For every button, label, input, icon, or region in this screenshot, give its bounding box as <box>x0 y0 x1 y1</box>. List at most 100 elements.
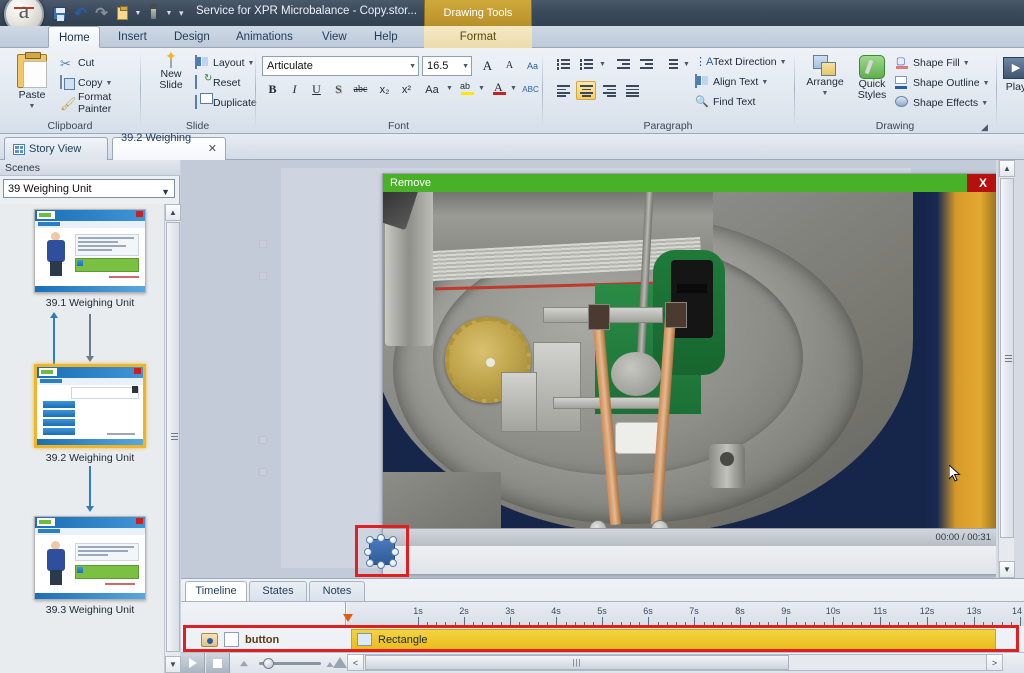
shrink-font-button[interactable]: A <box>499 55 520 76</box>
resize-handle-se[interactable] <box>389 559 397 567</box>
close-tab-icon[interactable]: ✕ <box>208 138 217 160</box>
increase-indent-button[interactable] <box>636 55 656 74</box>
timeline-stop-button[interactable] <box>206 653 230 673</box>
paste-icon[interactable] <box>113 4 132 23</box>
tab-scene-39-2[interactable]: 39.2 Weighing ... ✕ <box>112 132 226 166</box>
timeline-object-bar[interactable]: Rectangle <box>351 629 996 650</box>
undo-icon[interactable]: ↶ <box>71 4 90 23</box>
tab-story-view[interactable]: Story View <box>4 137 108 160</box>
format-painter-button[interactable]: 🖌 Format Painter <box>58 91 140 115</box>
align-center-button[interactable] <box>576 81 596 100</box>
zoom-in-icon[interactable] <box>333 657 347 668</box>
timeline-playhead[interactable] <box>343 614 353 622</box>
timeline-ruler[interactable]: 1s 2s 3s 4s 5s 6s 7s 8s 9s 10s 11s 12s 1… <box>343 602 1024 626</box>
resize-handle-e[interactable] <box>391 548 399 556</box>
duplicate-button[interactable]: Duplicate <box>193 94 259 112</box>
font-color-chevron-down-icon[interactable]: ▼ <box>510 85 517 92</box>
tab-design[interactable]: Design <box>164 26 214 48</box>
scenes-panel-scrollbar[interactable]: ▲ ▼ <box>164 204 181 673</box>
tab-view[interactable]: View <box>312 26 352 48</box>
resize-handle-sw[interactable] <box>366 559 374 567</box>
tab-home[interactable]: Home <box>48 26 100 48</box>
resize-handle-ne[interactable] <box>389 536 397 544</box>
justify-button[interactable] <box>622 81 642 100</box>
font-size-chevron-down-icon[interactable]: ▼ <box>462 63 469 70</box>
timeline-horizontal-scrollbar[interactable]: < ||| > <box>347 654 1003 671</box>
video-object[interactable]: Remove X 00:00 / 00:31 <box>382 173 1000 575</box>
shape-fill-button[interactable]: ▢ Shape Fill ▼ <box>893 54 972 72</box>
subscript-button[interactable]: x₂ <box>374 79 395 100</box>
highlight-chevron-down-icon[interactable]: ▼ <box>478 85 485 92</box>
drawing-dialog-launcher-icon[interactable]: ◢ <box>981 122 991 132</box>
shape-effects-chevron-down-icon[interactable]: ▼ <box>981 100 988 107</box>
zoom-slider-knob[interactable] <box>263 658 274 669</box>
zoom-out-icon[interactable] <box>240 660 248 667</box>
text-direction-chevron-down-icon[interactable]: ▼ <box>780 59 787 66</box>
slide-thumbnail-39-2[interactable] <box>34 364 146 448</box>
scroll-up-arrow-icon[interactable]: ▲ <box>165 204 181 221</box>
cut-button[interactable]: ✂ Cut <box>58 54 96 72</box>
text-shadow-button[interactable]: S <box>328 79 349 100</box>
strikethrough-button[interactable]: abc <box>350 79 371 100</box>
decrease-indent-button[interactable] <box>613 55 633 74</box>
paste-button[interactable]: Paste ▼ <box>8 52 56 112</box>
customize-qat-chevron-icon[interactable]: ▾ <box>179 8 184 19</box>
scene-flow-canvas[interactable]: 39.1 Weighing Unit 39.2 Weighing Unit 39… <box>0 204 164 673</box>
align-text-chevron-down-icon[interactable]: ▼ <box>761 79 768 86</box>
tab-timeline[interactable]: Timeline <box>185 581 247 601</box>
scene-select-dropdown[interactable]: 39 Weighing Unit ▼ <box>3 179 175 198</box>
tab-help[interactable]: Help <box>364 26 404 48</box>
tab-notes[interactable]: Notes <box>309 581 365 601</box>
arrange-chevron-down-icon[interactable]: ▼ <box>822 88 829 99</box>
tab-format[interactable]: Format <box>448 26 508 48</box>
video-close-button[interactable]: X <box>967 174 999 192</box>
timeline-track-row[interactable]: button Rectangle <box>181 627 1024 652</box>
paste-chevron-down-icon[interactable]: ▼ <box>29 101 36 112</box>
slide-thumbnail-39-1[interactable] <box>34 209 146 293</box>
slide-thumbnail-39-3[interactable] <box>34 516 146 600</box>
find-text-button[interactable]: 🔍 Find Text <box>693 93 757 111</box>
font-name-chevron-down-icon[interactable]: ▼ <box>409 63 416 70</box>
bullets-button[interactable] <box>553 55 573 74</box>
slide-scroll-up-arrow-icon[interactable]: ▲ <box>999 160 1015 177</box>
paste-chevron-down-icon[interactable]: ▼ <box>134 10 142 17</box>
superscript-button[interactable]: x² <box>396 79 417 100</box>
align-text-button[interactable]: Align Text ▼ <box>693 73 770 91</box>
shape-effects-button[interactable]: Shape Effects ▼ <box>893 94 990 112</box>
copy-button[interactable]: Copy ▼ <box>58 74 114 92</box>
align-right-button[interactable] <box>599 81 619 100</box>
bold-button[interactable]: B <box>262 79 283 100</box>
play-button[interactable]: ▶ Play <box>1001 57 1024 93</box>
text-highlight-button[interactable]: ab <box>456 79 477 100</box>
change-case-chevron-down-icon[interactable]: ▼ <box>446 85 453 92</box>
italic-button[interactable]: I <box>284 79 305 100</box>
redo-icon[interactable]: ↷ <box>92 4 111 23</box>
scroll-left-arrow-icon[interactable]: < <box>348 655 364 670</box>
scroll-down-arrow-icon[interactable]: ▼ <box>165 656 181 673</box>
arrange-button[interactable]: Arrange ▼ <box>801 55 849 99</box>
save-icon[interactable] <box>50 4 69 23</box>
resize-handle-s[interactable] <box>377 561 385 569</box>
track-lock-checkbox[interactable] <box>224 632 239 647</box>
clear-formatting-button[interactable]: Aa <box>522 55 543 76</box>
track-eye-icon[interactable] <box>201 632 218 647</box>
shape-fill-chevron-down-icon[interactable]: ▼ <box>963 60 970 67</box>
numbering-button[interactable] <box>576 55 596 74</box>
reset-button[interactable]: Reset <box>193 74 242 92</box>
format-painter-icon[interactable] <box>144 4 163 23</box>
timeline-play-button[interactable] <box>181 653 205 673</box>
resize-handle-n[interactable] <box>377 534 385 542</box>
tab-insert[interactable]: Insert <box>108 26 152 48</box>
numbering-chevron-down-icon[interactable]: ▼ <box>599 61 606 68</box>
layout-chevron-down-icon[interactable]: ▼ <box>248 60 255 67</box>
slide-scrollbar-thumb[interactable] <box>1000 178 1014 538</box>
tab-animations[interactable]: Animations <box>226 26 296 48</box>
line-spacing-button[interactable] <box>661 55 681 74</box>
format-painter-chevron-down-icon[interactable]: ▼ <box>165 10 173 17</box>
text-direction-button[interactable]: ⋮A Text Direction ▼ <box>693 53 789 71</box>
track-header-button[interactable]: button <box>181 627 346 652</box>
grow-font-button[interactable]: A <box>477 55 498 76</box>
font-name-input[interactable]: Articulate ▼ <box>262 56 419 76</box>
new-slide-button[interactable]: ✦ New Slide <box>149 49 193 91</box>
spelling-button[interactable]: ABC <box>520 79 541 100</box>
